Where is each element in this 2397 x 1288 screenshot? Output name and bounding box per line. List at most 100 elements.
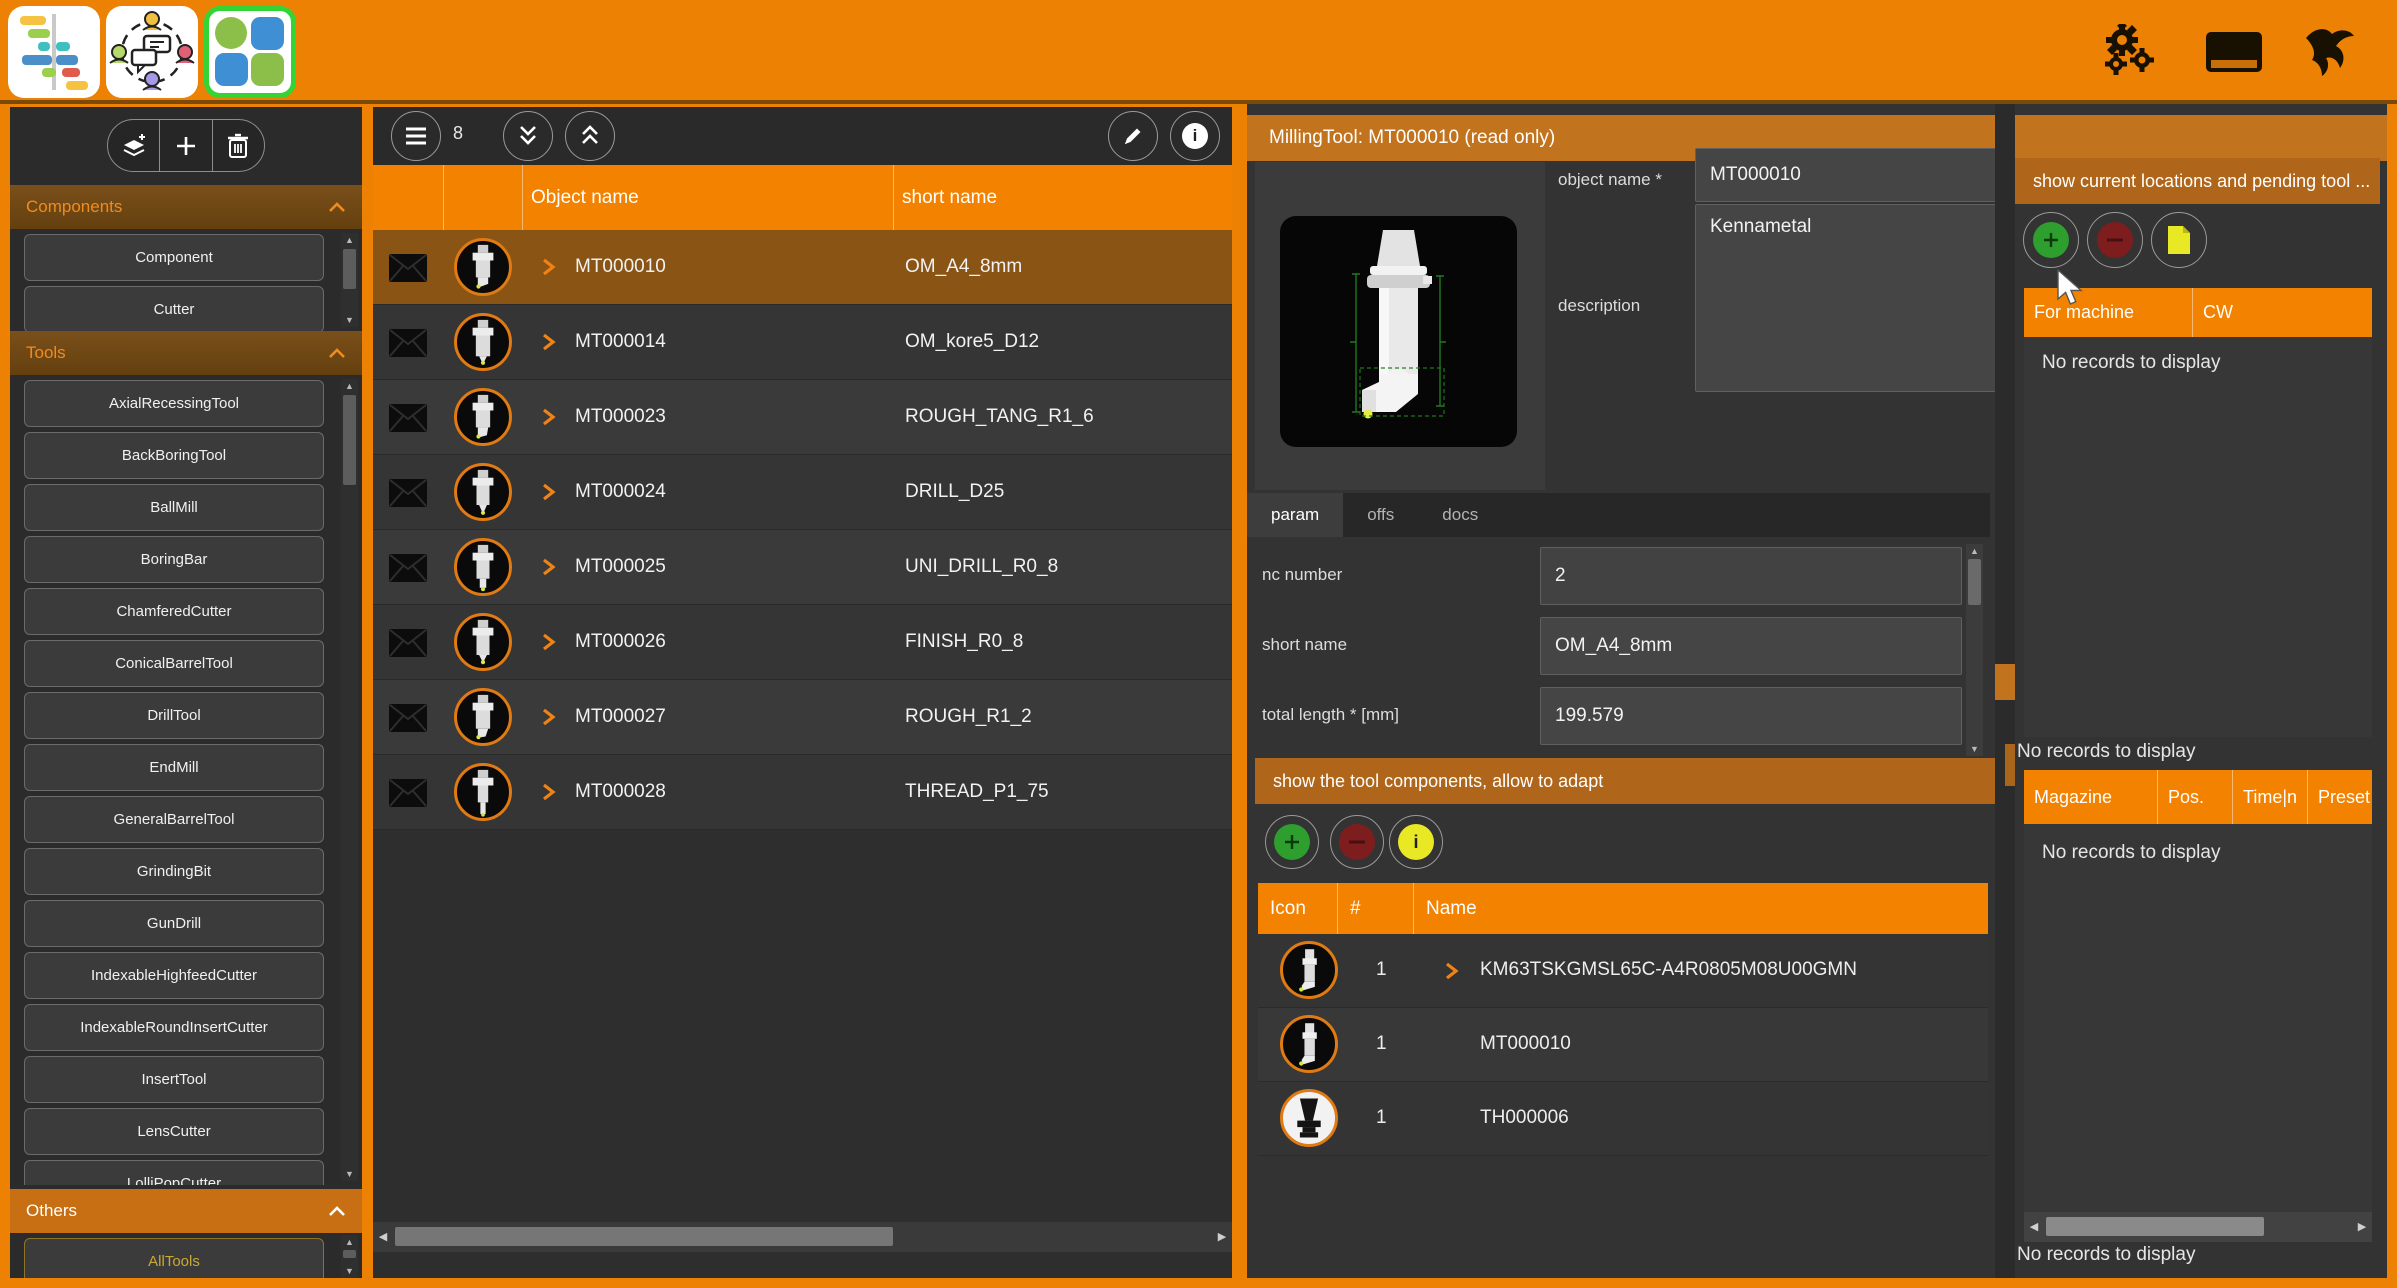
components-table-header: Icon # Name [1258,883,1988,934]
column-preset[interactable]: Preset [2308,770,2372,824]
edit-button[interactable] [1108,111,1158,161]
sidebar-item-tool[interactable]: InsertTool [24,1056,324,1103]
components-scrollbar[interactable]: ▲ ▼ [341,233,358,327]
add-location-button[interactable] [2023,212,2079,268]
collapse-all-button[interactable] [565,111,615,161]
sidebar-item-tool[interactable]: LensCutter [24,1108,324,1155]
tools-scrollbar[interactable]: ▲ ▼ [341,379,358,1181]
accordion-others-label: Others [26,1201,77,1221]
expand-chevron-icon[interactable] [1444,962,1460,980]
accordion-components[interactable]: Components [10,185,362,229]
param-label: nc number [1262,565,1342,585]
sidebar-item-cutter[interactable]: Cutter [24,286,324,331]
table-row[interactable]: MT000025 UNI_DRILL_R0_8 [373,530,1232,605]
expand-chevron-icon[interactable] [541,558,557,576]
others-scrollbar[interactable]: ▲ ▼ [341,1235,358,1278]
settings-gears-icon[interactable] [2100,24,2160,80]
short-name-input[interactable] [1540,617,1962,675]
column-number[interactable]: # [1338,883,1414,934]
application-window: Components Component Cutter ▲ ▼ Tools Ax… [0,0,2397,1288]
sidebar-item-tool[interactable]: GunDrill [24,900,324,947]
tab-param[interactable]: param [1247,493,1343,537]
table-row[interactable]: MT000026 FINISH_R0_8 [373,605,1232,680]
column-for-machine[interactable]: For machine [2024,288,2193,337]
sidebar-item-tool[interactable]: ChamferedCutter [24,588,324,635]
column-name[interactable]: Name [1414,883,1988,934]
component-row[interactable]: 1 MT000010 [1258,1008,1988,1082]
sidebar-item-tool[interactable]: BoringBar [24,536,324,583]
expand-chevron-icon[interactable] [541,708,557,726]
accordion-components-label: Components [26,197,122,217]
detail-panel: MillingTool: MT000010 (read only) [1247,104,2387,1278]
object-name: MT000023 [575,406,666,428]
sidebar-item-tool[interactable]: BallMill [24,484,324,531]
layers-add-button[interactable] [108,120,160,171]
sidebar-item-tool[interactable]: ConicalBarrelTool [24,640,324,687]
component-info-button[interactable]: i [1389,815,1443,869]
expand-chevron-icon[interactable] [541,258,557,276]
sidebar-item-tool[interactable]: IndexableHighfeedCutter [24,952,324,999]
gantt-app-icon[interactable] [8,6,100,98]
double-chevron-down-icon [518,125,538,147]
delete-button[interactable] [213,120,264,171]
expand-chevron-icon[interactable] [541,483,557,501]
table-row[interactable]: MT000010 OM_A4_8mm [373,230,1232,305]
param-scrollbar[interactable]: ▲ ▼ [1966,544,1983,756]
sidebar-item-tool[interactable]: DrillTool [24,692,324,739]
total-length-input[interactable] [1540,687,1962,745]
table-row[interactable]: MT000023 ROUGH_TANG_R1_6 [373,380,1232,455]
nc-number-input[interactable] [1540,547,1962,605]
sidebar-item-tool[interactable]: EndMill [24,744,324,791]
accordion-others[interactable]: Others [10,1189,362,1233]
tab-docs[interactable]: docs [1418,493,1502,537]
tiles-app-icon-selected[interactable] [204,6,296,98]
tool-preview-image[interactable] [1280,216,1517,447]
object-name-input[interactable] [1695,148,2002,202]
location-note-button[interactable] [2151,212,2207,268]
tab-offs[interactable]: offs [1343,493,1418,537]
component-row[interactable]: 1 TH000006 [1258,1082,1988,1156]
sidebar-item-tool[interactable]: GrindingBit [24,848,324,895]
column-short-name[interactable]: short name [894,165,1232,230]
column-cw[interactable]: CW [2193,288,2372,337]
column-envelope[interactable] [373,165,444,230]
expand-chevron-icon[interactable] [541,408,557,426]
locations-horizontal-scrollbar[interactable]: ◀ ▶ [2024,1212,2372,1242]
column-object-name[interactable]: Object name [523,165,894,230]
sidebar-item-alltools[interactable]: AllTools [24,1238,324,1278]
expand-chevron-icon[interactable] [541,783,557,801]
table-row[interactable]: MT000028 THREAD_P1_75 [373,755,1232,830]
column-time[interactable]: Time|n [2233,770,2308,824]
add-button[interactable] [160,120,212,171]
table-row[interactable]: MT000014 OM_kore5_D12 [373,305,1232,380]
column-icon[interactable] [444,165,523,230]
component-row[interactable]: 1 KM63TSKGMSL65C-A4R0805M08U00GMN [1258,934,1988,1008]
expand-all-button[interactable] [503,111,553,161]
sidebar-item-component[interactable]: Component [24,234,324,281]
description-textarea[interactable]: Kennametal [1695,204,2002,392]
sidebar-item-tool[interactable]: BackBoringTool [24,432,324,479]
menu-button[interactable] [391,111,441,161]
accordion-tools[interactable]: Tools [10,331,362,375]
info-button[interactable]: i [1170,111,1220,161]
info-icon: i [1182,123,1208,149]
collaboration-app-icon[interactable] [106,6,198,98]
card-panel-icon[interactable] [2204,24,2264,80]
sidebar-item-tool[interactable]: AxialRecessingTool [24,380,324,427]
table-row[interactable]: MT000027 ROUGH_R1_2 [373,680,1232,755]
bird-logo-icon[interactable] [2300,24,2360,80]
sidebar-item-tool[interactable]: LolliPopCutter [24,1160,324,1185]
column-pos[interactable]: Pos. [2158,770,2233,824]
list-horizontal-scrollbar[interactable]: ◀ ▶ [373,1222,1232,1252]
expand-chevron-icon[interactable] [541,633,557,651]
expand-chevron-icon[interactable] [541,333,557,351]
table-row[interactable]: MT000024 DRILL_D25 [373,455,1232,530]
column-icon[interactable]: Icon [1258,883,1338,934]
sidebar-item-tool[interactable]: GeneralBarrelTool [24,796,324,843]
column-magazine[interactable]: Magazine [2024,770,2158,824]
remove-component-button[interactable] [1330,815,1384,869]
sidebar-item-tool[interactable]: IndexableRoundInsertCutter [24,1004,324,1051]
panel-splitter[interactable] [1232,104,1247,1278]
add-component-button[interactable] [1265,815,1319,869]
remove-location-button[interactable] [2087,212,2143,268]
